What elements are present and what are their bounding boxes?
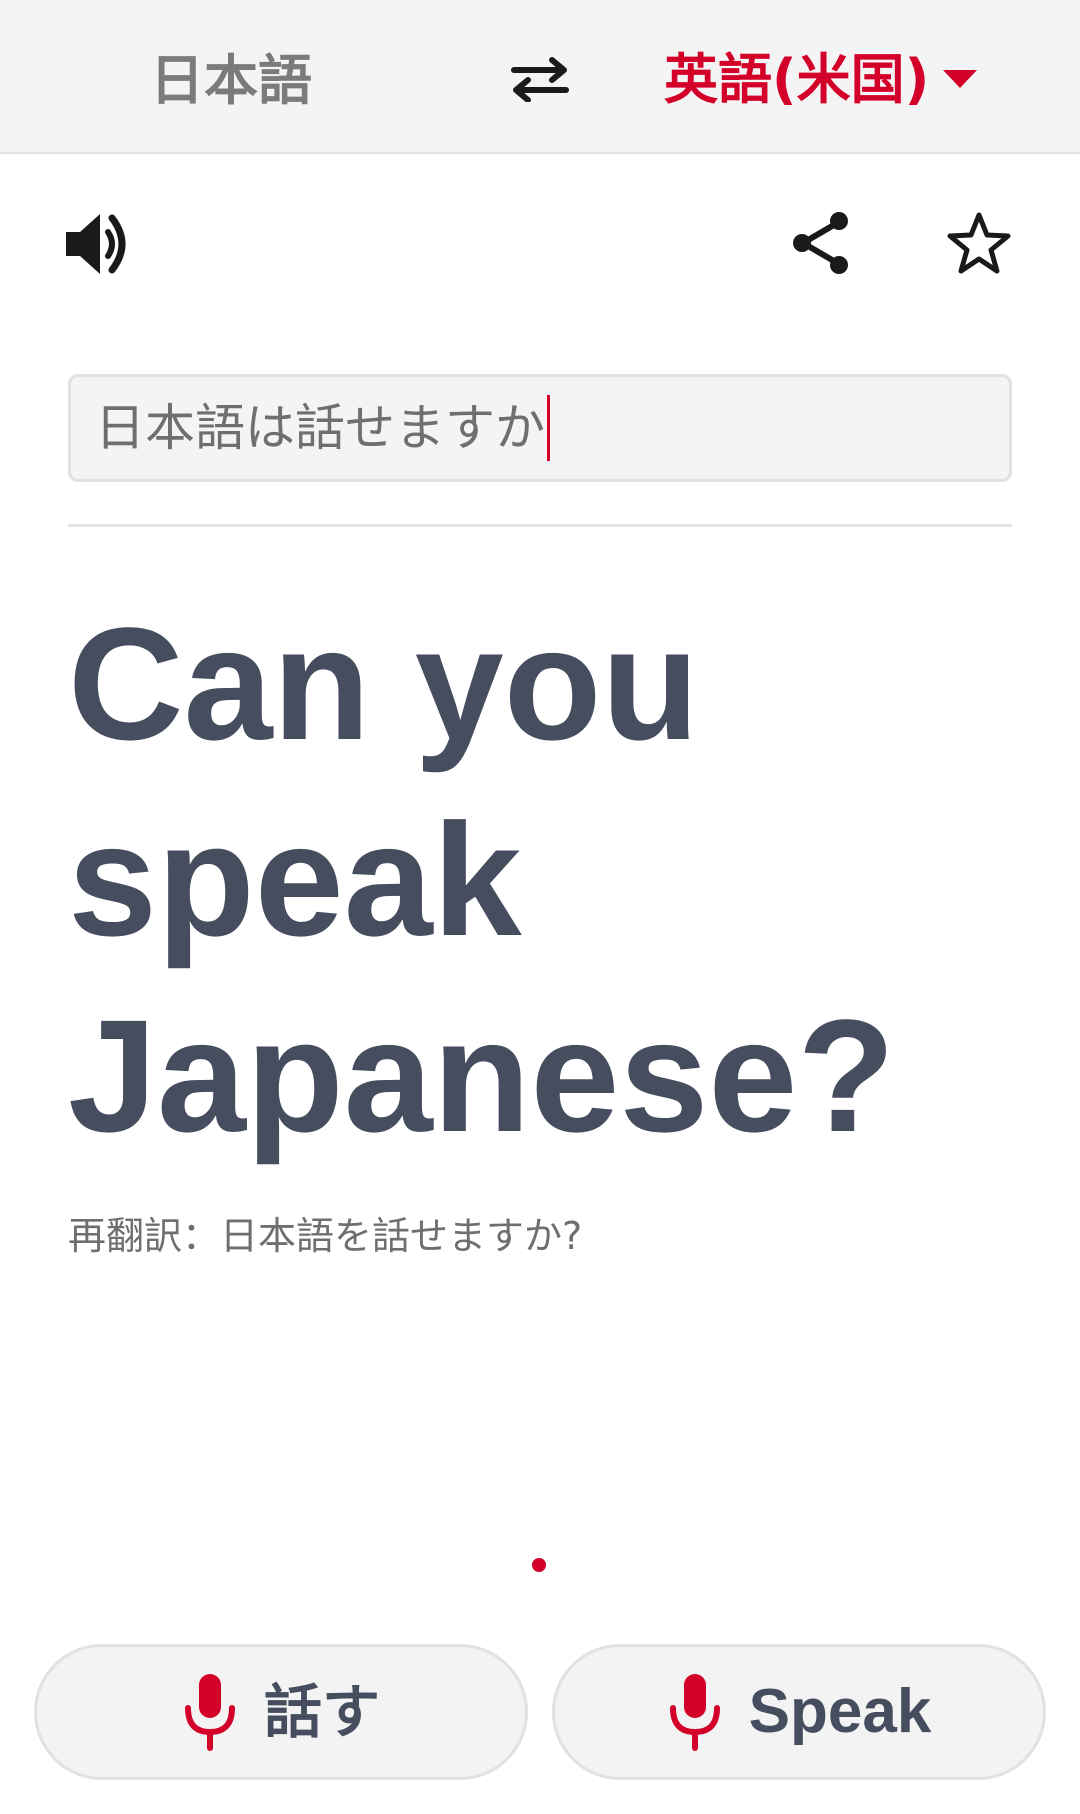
microphone-icon bbox=[669, 1674, 720, 1751]
input-text-wrapper: 日本語は話せますか bbox=[95, 377, 550, 479]
microphone-icon bbox=[184, 1674, 235, 1751]
section-divider bbox=[68, 524, 1012, 527]
share-icon bbox=[793, 212, 848, 274]
target-language-dropdown[interactable]: 英語(米国) bbox=[664, 44, 1004, 116]
back-translation: 再翻訳：日本語を話せますか? bbox=[68, 1214, 583, 1258]
page-indicator-dot bbox=[532, 1558, 546, 1572]
caret-down-icon bbox=[943, 70, 978, 90]
share-button[interactable] bbox=[786, 206, 856, 280]
play-audio-button[interactable] bbox=[58, 204, 138, 284]
input-value: 日本語は話せますか bbox=[95, 399, 545, 457]
star-outline-icon bbox=[947, 212, 1011, 274]
swap-languages-button[interactable] bbox=[503, 46, 577, 112]
favorite-button[interactable] bbox=[942, 206, 1016, 280]
translation-line: Can you bbox=[68, 594, 700, 773]
translation-line: Japanese? bbox=[68, 986, 896, 1165]
translation-line: speak bbox=[68, 790, 522, 969]
language-bar: 日本語 英語(米国) bbox=[0, 0, 1080, 154]
source-language-button[interactable]: 日本語 bbox=[150, 46, 340, 116]
speak-english-label: Speak bbox=[748, 1677, 932, 1746]
speaker-icon bbox=[66, 214, 126, 274]
translation-text: Can you speak Japanese? bbox=[68, 586, 1012, 1174]
source-text-input[interactable]: 日本語は話せますか bbox=[68, 374, 1012, 482]
target-language-label: 英語(米国) bbox=[664, 48, 930, 111]
speak-japanese-label: 話す bbox=[263, 1678, 380, 1746]
speak-english-button[interactable]: Speak bbox=[552, 1644, 1046, 1780]
speak-japanese-button[interactable]: 話す bbox=[34, 1644, 528, 1780]
text-caret bbox=[547, 395, 550, 461]
swap-arrows-icon bbox=[511, 57, 569, 102]
